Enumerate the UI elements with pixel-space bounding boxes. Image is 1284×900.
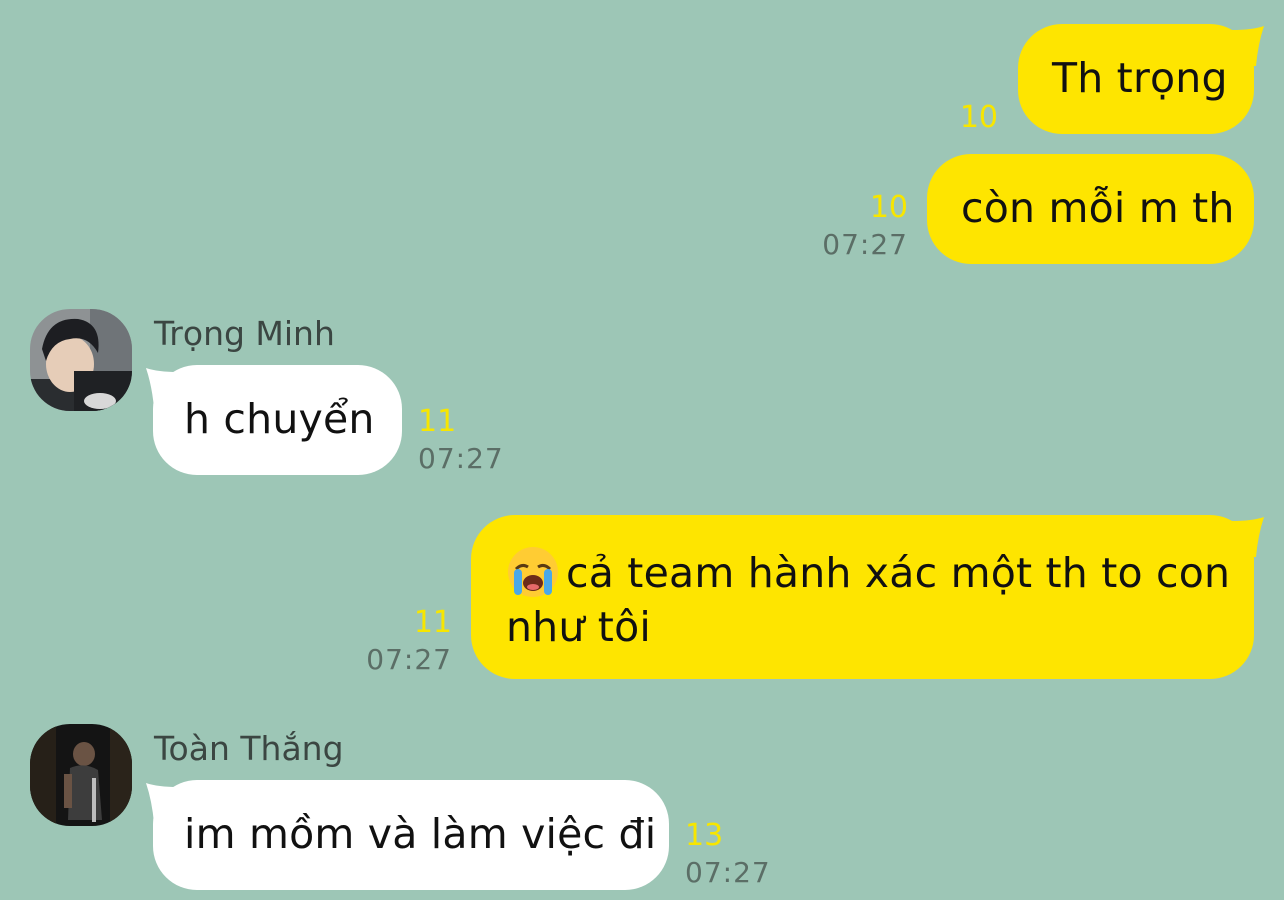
message-bubble[interactable]: còn mỗi m th (927, 154, 1254, 264)
message-meta: 10 07:27 (822, 190, 908, 264)
unread-count: 11 (418, 404, 457, 439)
unread-count: 10 (959, 100, 998, 135)
message-bubble[interactable]: h chuyển (153, 365, 402, 475)
message-text: Th trọng (1052, 54, 1228, 102)
unread-count: 13 (685, 818, 724, 853)
message-text-line-2: như tôi (506, 603, 651, 651)
message-meta: 10 (960, 100, 998, 136)
avatar[interactable] (30, 309, 132, 411)
message-text: còn mỗi m th (961, 184, 1235, 232)
message-line: cả team hành xác một th to con (506, 545, 1254, 600)
message-meta: 13 07:27 (685, 818, 771, 892)
sender-name: Trọng Minh (154, 314, 335, 353)
message-text-line-1: cả team hành xác một th to con (566, 549, 1231, 597)
timestamp: 07:27 (685, 856, 771, 889)
message-meta: 11 07:27 (418, 404, 504, 478)
message-bubble[interactable]: cả team hành xác một th to con như tôi (471, 515, 1254, 679)
bubble-tail (1232, 26, 1264, 66)
message-bubble[interactable]: Th trọng (1018, 24, 1254, 134)
timestamp: 07:27 (418, 442, 504, 475)
avatar[interactable] (30, 724, 132, 826)
message-text: h chuyển (184, 395, 375, 443)
timestamp: 07:27 (822, 228, 908, 261)
loudly-crying-face-icon (508, 547, 558, 597)
sender-name: Toàn Thắng (154, 729, 344, 768)
unread-count: 10 (869, 190, 908, 225)
message-meta: 11 07:27 (366, 605, 452, 679)
chat-thread: 10 Th trọng 10 07:27 còn mỗi m th Trọng … (0, 0, 1284, 900)
message-bubble[interactable]: im mồm và làm việc đi (153, 780, 669, 890)
bubble-tail (1232, 517, 1264, 557)
timestamp: 07:27 (366, 643, 452, 676)
message-text: im mồm và làm việc đi (184, 810, 657, 858)
message-line: như tôi (506, 600, 1254, 654)
unread-count: 11 (413, 605, 452, 640)
